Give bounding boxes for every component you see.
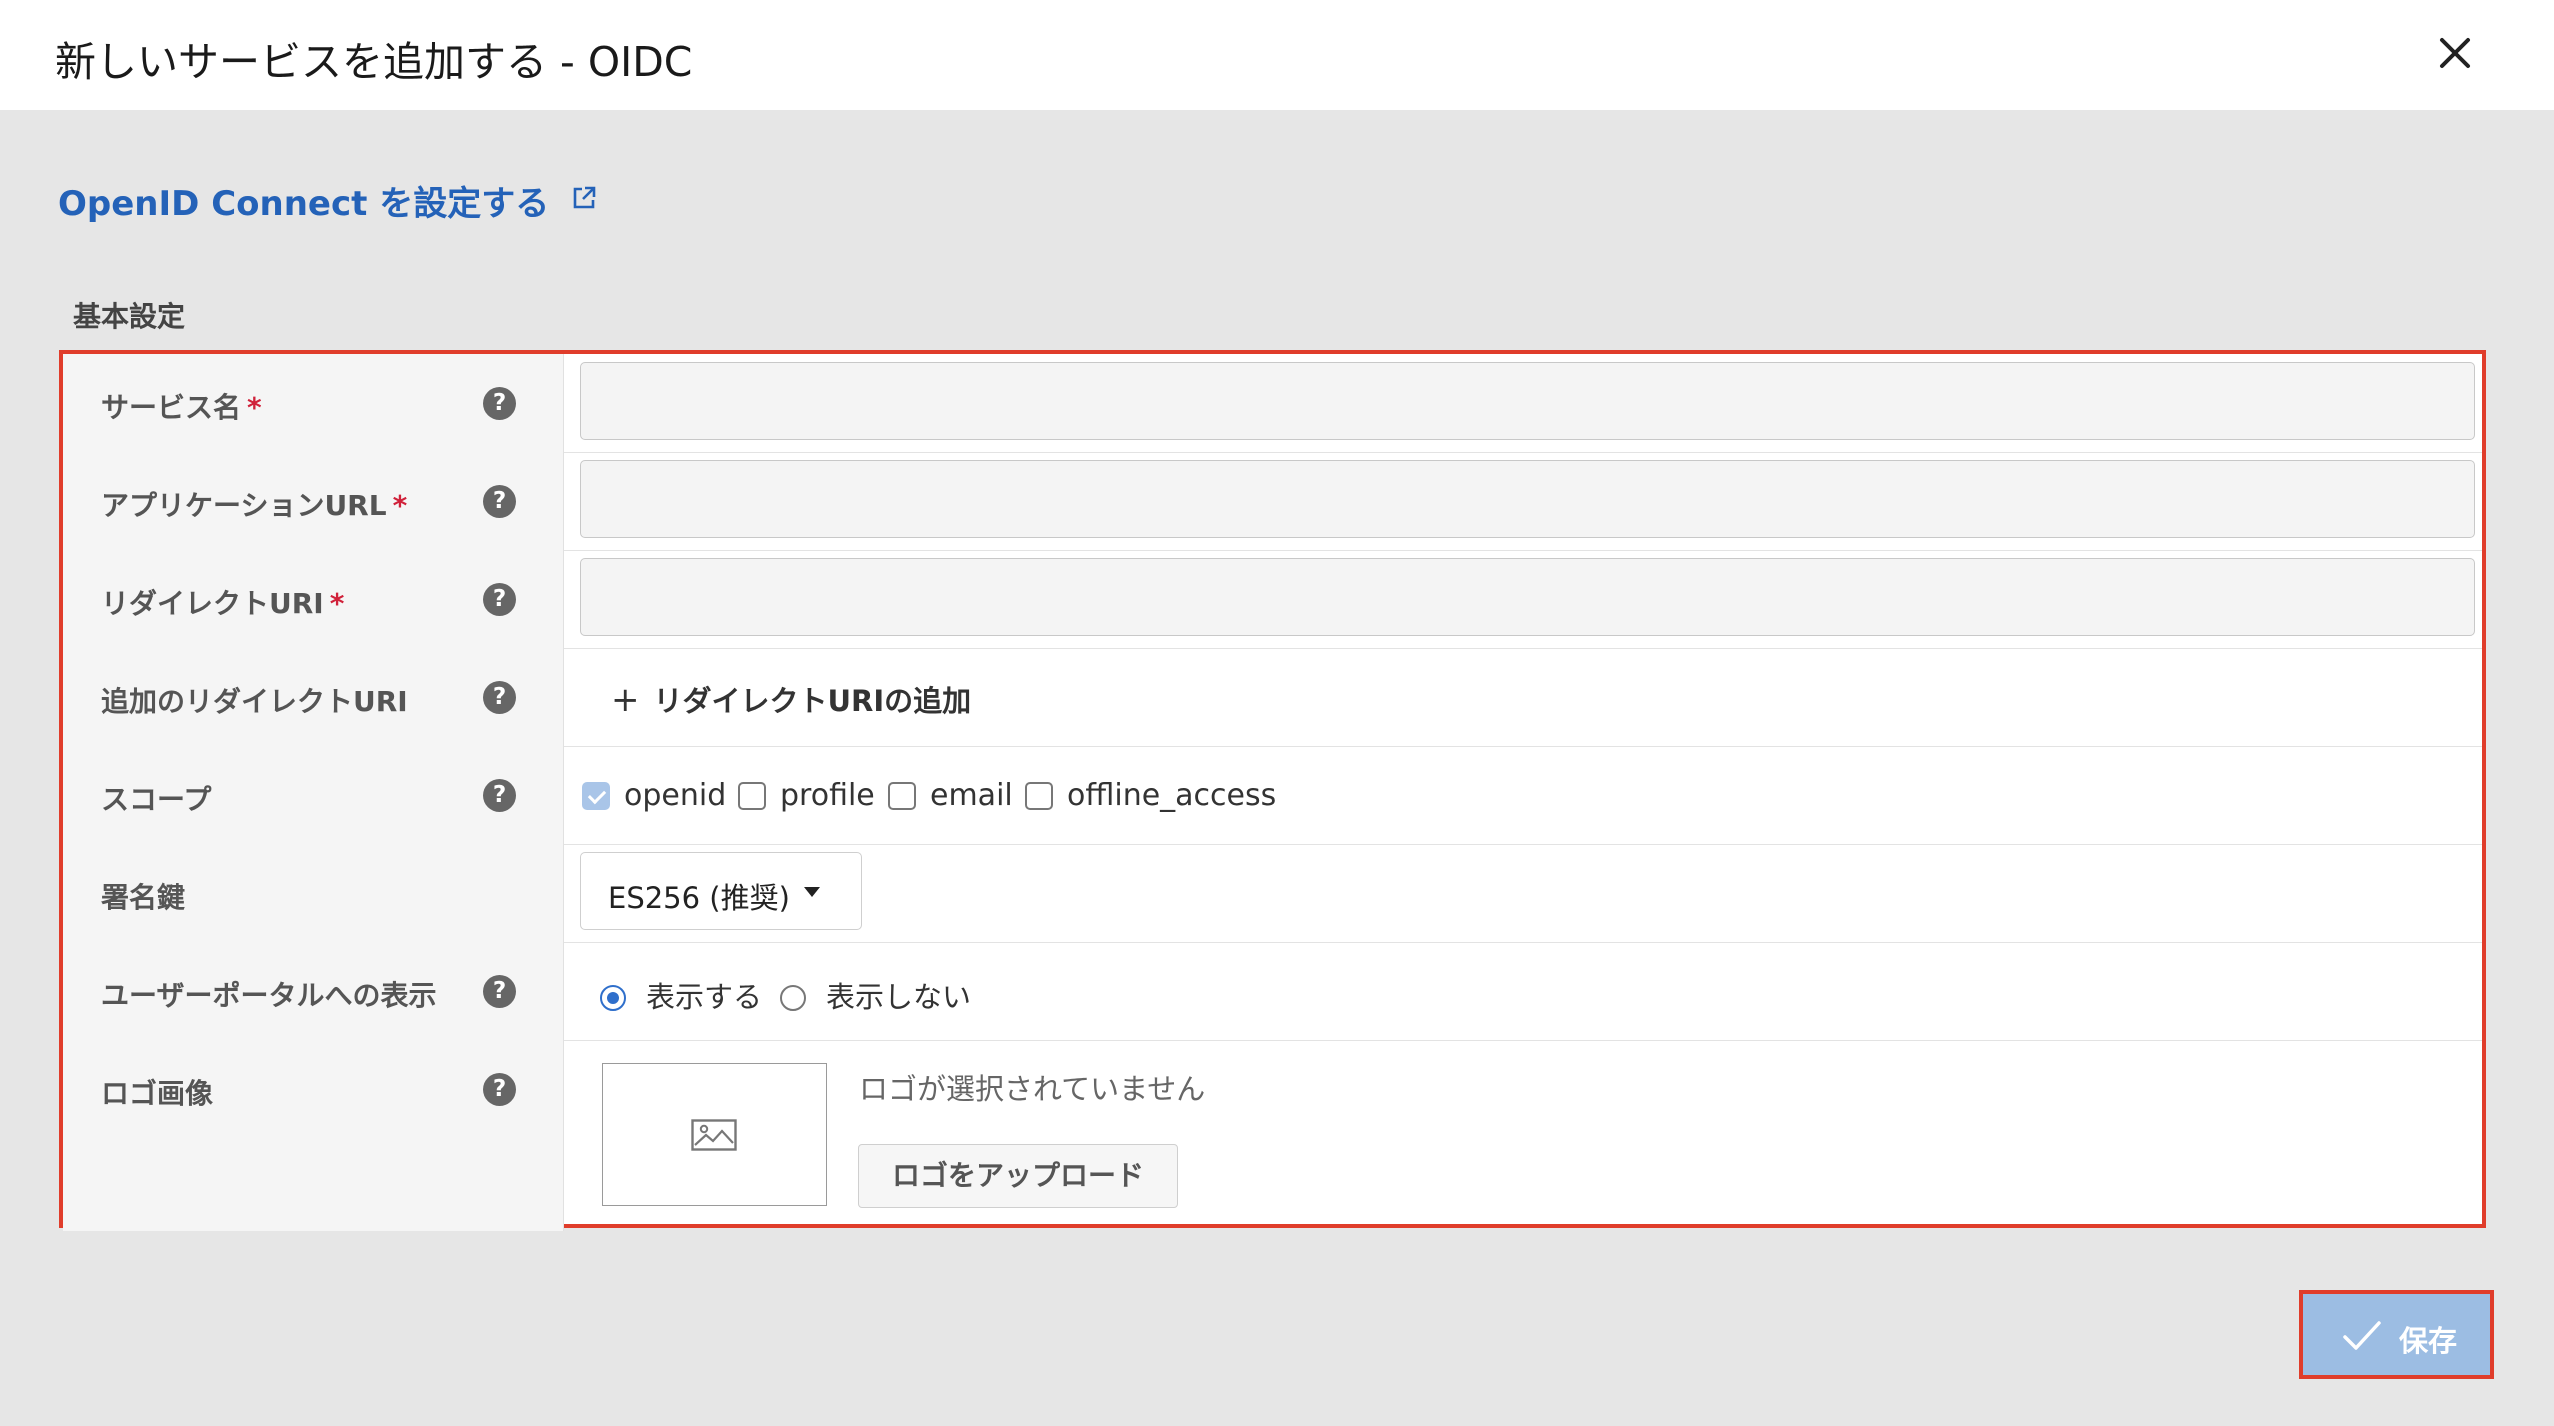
help-icon[interactable]: ? <box>483 975 516 1008</box>
external-link-icon <box>573 186 596 209</box>
save-button[interactable]: 保存 <box>2299 1290 2494 1379</box>
help-icon[interactable]: ? <box>483 681 516 714</box>
save-button-label: 保存 <box>2399 1324 2458 1358</box>
redirect-uri-input[interactable] <box>580 558 2475 636</box>
openid-connect-doc-link[interactable]: OpenID Connect を設定する <box>58 176 597 225</box>
dialog-header: 新しいサービスを追加する - OIDC <box>0 0 2554 110</box>
redirect-uri-row: リダイレクトURI * ? <box>63 550 2482 649</box>
hide-radio[interactable] <box>780 985 806 1011</box>
add-redirect-uri-label: リダイレクトURIの追加 <box>653 684 972 718</box>
close-button[interactable] <box>2430 28 2480 78</box>
signing-key-label-cell: 署名鍵 <box>63 844 564 942</box>
scope-option-profile[interactable]: profile <box>738 778 875 813</box>
user-portal-display-label: ユーザーポータルへの表示 <box>101 979 437 1012</box>
plus-icon: + <box>611 680 640 720</box>
signing-key-row: 署名鍵 ES256 (推奨) <box>63 844 2482 943</box>
scope-option-email[interactable]: email <box>888 778 1013 813</box>
application-url-input[interactable] <box>580 460 2475 538</box>
doc-link-label: OpenID Connect を設定する <box>58 184 550 224</box>
profile-checkbox[interactable] <box>738 782 766 810</box>
service-name-label: サービス名 * <box>101 391 262 424</box>
basic-settings-heading: 基本設定 <box>73 300 186 333</box>
user-portal-display-label-cell: ユーザーポータルへの表示 ? <box>63 942 564 1040</box>
service-name-row: サービス名 * ? <box>63 354 2482 453</box>
required-mark: * <box>247 391 262 424</box>
additional-redirect-uri-label-cell: 追加のリダイレクトURI ? <box>63 648 564 746</box>
logo-row: ロゴ画像 ? ロゴが選択されていません ロゴをアップロード <box>63 1040 2482 1231</box>
logo-preview <box>602 1063 827 1206</box>
logo-label-cell: ロゴ画像 ? <box>63 1040 564 1231</box>
additional-redirect-uri-label: 追加のリダイレクトURI <box>101 685 408 718</box>
signing-key-selected-value: ES256 (推奨) <box>608 881 790 915</box>
signing-key-select[interactable]: ES256 (推奨) <box>580 852 862 930</box>
application-url-label-cell: アプリケーションURL * ? <box>63 452 564 550</box>
redirect-uri-label: リダイレクトURI * <box>101 587 345 620</box>
image-icon <box>691 1119 737 1151</box>
checkmark-icon <box>2343 1321 2381 1350</box>
application-url-label: アプリケーションURL * <box>101 489 408 522</box>
logo-label: ロゴ画像 <box>101 1077 214 1110</box>
dialog-title: 新しいサービスを追加する - OIDC <box>55 38 693 86</box>
help-icon[interactable]: ? <box>483 1073 516 1106</box>
additional-redirect-uri-row: 追加のリダイレクトURI ? + リダイレクトURIの追加 <box>63 648 2482 747</box>
help-icon[interactable]: ? <box>483 485 516 518</box>
user-portal-display-row: ユーザーポータルへの表示 ? 表示する 表示しない <box>63 942 2482 1041</box>
service-name-input[interactable] <box>580 362 2475 440</box>
logo-status-text: ロゴが選択されていません <box>859 1072 1206 1106</box>
basic-settings-form: サービス名 * ? アプリケーションURL * ? リダイレクトURI * ? 追加の… <box>59 350 2486 1231</box>
display-radio[interactable] <box>600 985 626 1011</box>
openid-checkbox <box>582 782 610 810</box>
close-icon <box>2440 38 2470 68</box>
signing-key-label: 署名鍵 <box>101 881 186 914</box>
dropdown-arrow-icon <box>804 887 820 897</box>
scope-row: スコープ ? openid profile email offline_acce… <box>63 746 2482 845</box>
scope-option-offline-access[interactable]: offline_access <box>1025 778 1276 813</box>
help-icon[interactable]: ? <box>483 583 516 616</box>
upload-logo-button[interactable]: ロゴをアップロード <box>858 1144 1178 1208</box>
required-mark: * <box>392 489 408 522</box>
scope-option-openid: openid <box>582 778 726 813</box>
add-redirect-uri-button[interactable]: + リダイレクトURIの追加 <box>611 678 971 720</box>
redirect-uri-label-cell: リダイレクトURI * ? <box>63 550 564 648</box>
help-icon[interactable]: ? <box>483 387 516 420</box>
email-checkbox[interactable] <box>888 782 916 810</box>
application-url-row: アプリケーションURL * ? <box>63 452 2482 551</box>
help-icon[interactable]: ? <box>483 779 516 812</box>
scope-label: スコープ <box>101 783 212 816</box>
offline-access-checkbox[interactable] <box>1025 782 1053 810</box>
hide-radio-option[interactable]: 表示しない <box>780 974 971 1016</box>
required-mark: * <box>329 587 345 620</box>
scope-label-cell: スコープ ? <box>63 746 564 844</box>
service-name-label-cell: サービス名 * ? <box>63 354 564 452</box>
display-radio-option[interactable]: 表示する <box>600 974 762 1016</box>
